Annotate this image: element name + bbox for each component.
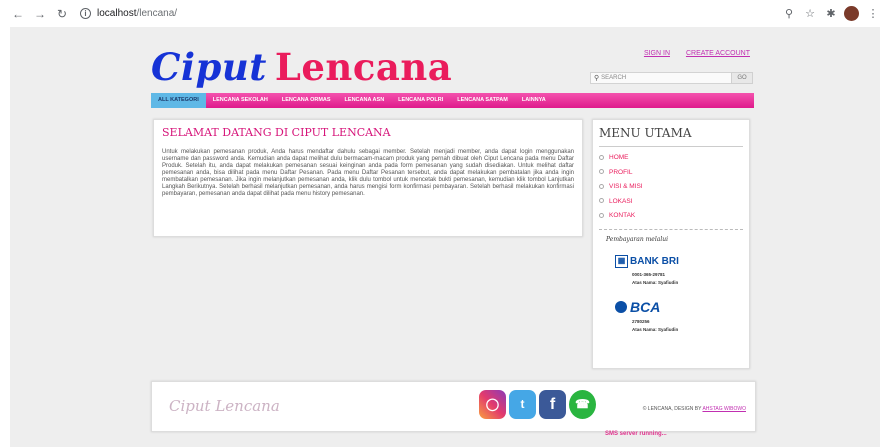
bullet-icon — [599, 198, 604, 204]
zoom-icon[interactable]: ⚲ — [782, 7, 796, 21]
logo-word-ciput: Ciput — [151, 45, 267, 89]
bank-bca: BCA 2780256 Atas Nama: Syafiudin — [615, 299, 743, 334]
site-logo[interactable]: Ciput Lencana — [151, 45, 452, 89]
welcome-panel: SELAMAT DATANG DI CIPUT LENCANA Untuk me… — [153, 119, 583, 237]
footer-copyright: © LENCANA, DESIGN BY AHSTAG WIBOWO — [643, 406, 746, 412]
extensions-icon[interactable]: ✱ — [824, 7, 838, 21]
category-nav: ALL KATEGORI LENCANA SEKOLAH LENCANA ORM… — [151, 93, 754, 108]
menu-item-profil[interactable]: PROFIL — [599, 166, 743, 181]
create-account-link[interactable]: CREATE ACCOUNT — [686, 50, 750, 57]
search-input[interactable]: ⚲ SEARCH — [590, 72, 737, 84]
menu-item-home[interactable]: HOME — [599, 151, 743, 166]
bank-account-holder: Atas Nama: Syafiudin — [632, 279, 679, 285]
main-menu-sidebar: MENU UTAMA HOME PROFIL VISI & MISI LOKAS… — [592, 119, 750, 369]
reload-icon[interactable]: ↻ — [54, 6, 70, 22]
menu-item-kontak[interactable]: KONTAK — [599, 209, 743, 224]
bri-logo-icon: ▦ — [615, 254, 628, 268]
bank-name: BANK BRI — [630, 255, 679, 267]
whatsapp-icon[interactable]: ☎ — [569, 390, 596, 419]
bullet-icon — [599, 169, 604, 175]
twitter-icon[interactable]: t — [509, 390, 536, 419]
nav-item-lainnya[interactable]: LAINNYA — [515, 93, 553, 108]
menu-icon[interactable]: ⋮ — [866, 7, 880, 21]
account-links: SIGN IN CREATE ACCOUNT — [630, 50, 750, 57]
url-path: /lencana/ — [136, 8, 178, 19]
facebook-icon[interactable]: f — [539, 390, 566, 419]
welcome-text: Untuk melakukan pemesanan produk, Anda h… — [162, 149, 574, 197]
url-host: localhost — [97, 8, 137, 19]
search-placeholder: SEARCH — [601, 75, 627, 81]
menu-item-label: HOME — [609, 154, 629, 161]
arrow-right-icon[interactable]: → — [32, 6, 48, 22]
arrow-left-icon[interactable]: ← — [10, 6, 26, 22]
info-icon[interactable]: i — [80, 8, 91, 19]
copyright-text: © LENCANA, DESIGN BY — [642, 406, 702, 412]
sidebar-title: MENU UTAMA — [599, 126, 743, 147]
payment-title: Pembayaran melalui — [606, 235, 669, 243]
bullet-icon — [599, 154, 604, 160]
menu-item-lokasi[interactable]: LOKASI — [599, 195, 743, 210]
signin-link[interactable]: SIGN IN — [644, 50, 670, 57]
bank-account-number: 2780256 — [632, 318, 650, 324]
menu-item-visi-misi[interactable]: VISI & MISI — [599, 180, 743, 195]
page: Ciput Lencana SIGN IN CREATE ACCOUNT ⚲ SE… — [10, 27, 880, 447]
instagram-icon[interactable]: ◯ — [479, 390, 506, 419]
designer-link[interactable]: AHSTAG WIBOWO — [702, 406, 746, 412]
nav-item-lencana-asn[interactable]: LENCANA ASN — [338, 93, 392, 108]
bank-bri: ▦ BANK BRI 0001-365-29781 Atas Nama: Sya… — [615, 254, 743, 287]
bank-name: BCA — [630, 298, 661, 315]
footer: Ciput Lencana ◯ t f ☎ © LENCANA, DESIGN … — [151, 381, 756, 432]
bca-logo-icon — [615, 300, 627, 313]
bullet-icon — [599, 212, 604, 218]
bullet-icon — [599, 183, 604, 189]
menu-item-label: LOKASI — [609, 197, 633, 205]
menu-item-label: KONTAK — [609, 212, 636, 219]
nav-item-all-kategori[interactable]: ALL KATEGORI — [151, 93, 206, 108]
logo-word-lencana: Lencana — [274, 45, 453, 89]
search-icon: ⚲ — [594, 75, 600, 82]
social-links: ◯ t f ☎ — [479, 390, 599, 419]
bank-account-holder: Atas Nama: Syafiudin — [632, 326, 679, 332]
bank-account-number: 0001-365-29781 — [632, 271, 666, 277]
menu-item-label: PROFIL — [609, 168, 633, 176]
profile-avatar[interactable] — [844, 6, 859, 21]
nav-item-lencana-sekolah[interactable]: LENCANA SEKOLAH — [206, 93, 275, 108]
sms-status: SMS server running... — [605, 431, 667, 437]
menu-item-label: VISI & MISI — [609, 183, 643, 190]
address-bar[interactable]: i localhost/lencana/ — [80, 4, 177, 24]
divider — [599, 228, 743, 230]
nav-item-lencana-ormas[interactable]: LENCANA ORMAS — [275, 93, 338, 108]
nav-item-lencana-polri[interactable]: LENCANA POLRI — [391, 93, 450, 108]
browser-toolbar: ← → ↻ i localhost/lencana/ ⚲ ☆ ✱ ⋮ — [0, 0, 888, 27]
welcome-title: SELAMAT DATANG DI CIPUT LENCANA — [162, 126, 391, 139]
nav-item-lencana-satpam[interactable]: LENCANA SATPAM — [450, 93, 515, 108]
footer-logo: Ciput Lencana — [169, 397, 280, 415]
star-icon[interactable]: ☆ — [803, 7, 817, 21]
go-button[interactable]: GO — [731, 72, 753, 84]
